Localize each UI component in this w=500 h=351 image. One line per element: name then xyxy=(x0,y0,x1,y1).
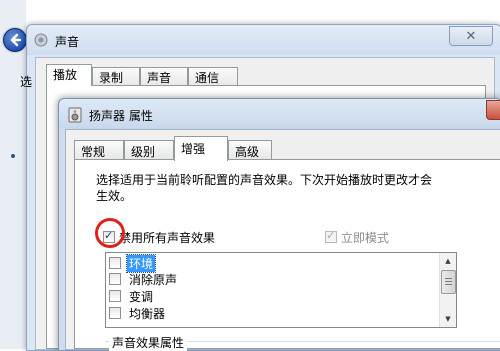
arrow-down-icon: ▼ xyxy=(445,315,451,323)
speaker-dialog-body: 常规 级别 增强 高级 选择适用于当前聆听配置的声音效果。下次开始播放时更改才会… xyxy=(65,129,500,351)
checkbox-checked-disabled xyxy=(325,229,337,243)
effect-checkbox[interactable] xyxy=(109,307,121,319)
immediate-mode-checkbox: 立即模式 xyxy=(325,229,389,245)
tab-label: 通信 xyxy=(195,71,220,85)
effect-properties-group-label: 声音效果属性 xyxy=(109,334,188,351)
speaker-dialog-titlebar[interactable]: 扬声器 属性 xyxy=(59,99,500,129)
tab-levels[interactable]: 级别 xyxy=(124,140,174,160)
effect-label: 变调 xyxy=(129,289,154,304)
effect-checkbox[interactable] xyxy=(109,257,121,269)
tab-general[interactable]: 常规 xyxy=(74,140,124,160)
list-item[interactable]: 均衡器 xyxy=(109,305,167,321)
grip-line xyxy=(445,281,452,282)
bullet-dot xyxy=(11,154,15,158)
tab-playback[interactable]: 播放 xyxy=(46,64,92,86)
effect-label: 环境 xyxy=(125,253,157,273)
tab-label: 录制 xyxy=(99,71,124,85)
scroll-thumb[interactable] xyxy=(441,270,456,294)
back-button[interactable] xyxy=(3,28,27,52)
description-text: 选择适用于当前聆听配置的声音效果。下次开始播放时更改才会生效。 xyxy=(96,173,433,203)
disable-all-effects-label: 禁用所有声音效果 xyxy=(119,230,216,245)
tab-enhancements[interactable]: 增强 xyxy=(174,136,228,161)
close-button[interactable]: ✕ xyxy=(449,26,493,46)
dialog-close-button[interactable] xyxy=(486,100,500,120)
tab-sounds[interactable]: 声音 xyxy=(140,67,188,85)
speaker-icon xyxy=(67,107,83,126)
speaker-dialog-title: 扬声器 属性 xyxy=(89,109,153,123)
partial-text: 选 xyxy=(20,75,33,89)
background-window-strip xyxy=(0,0,27,349)
effect-label: 消除原声 xyxy=(129,272,178,287)
list-scrollbar[interactable]: ▲ ▼ xyxy=(439,253,456,327)
list-item[interactable]: 变调 xyxy=(109,288,155,304)
grip-line xyxy=(445,278,452,279)
tab-communications[interactable]: 通信 xyxy=(188,67,238,85)
tab-label: 常规 xyxy=(81,145,106,159)
close-icon: ✕ xyxy=(465,28,477,44)
effect-checkbox[interactable] xyxy=(109,273,121,285)
sound-window-title: 声音 xyxy=(55,35,80,49)
speaker-settings-icon xyxy=(33,32,49,51)
tab-label: 播放 xyxy=(53,68,78,82)
disable-all-effects-checkbox[interactable]: 禁用所有声音效果 xyxy=(103,229,215,245)
back-arrow-icon xyxy=(10,33,22,47)
list-item[interactable]: 消除原声 xyxy=(109,271,179,287)
effect-label: 均衡器 xyxy=(129,306,166,321)
arrow-up-icon: ▲ xyxy=(445,257,451,265)
effects-list[interactable]: 环境 消除原声 变调 均衡器 ▲ ▼ xyxy=(105,252,457,328)
tab-label: 增强 xyxy=(181,142,206,156)
tab-recording[interactable]: 录制 xyxy=(92,67,140,85)
speaker-properties-dialog: 扬声器 属性 常规 级别 增强 高级 选择适用于当前聆听配置的声音效果。下次开始… xyxy=(58,98,500,351)
checkbox-checked[interactable] xyxy=(103,229,115,243)
list-item[interactable]: 环境 xyxy=(109,253,157,273)
grip-line xyxy=(445,284,452,285)
tab-label: 高级 xyxy=(235,145,260,159)
scroll-down-button[interactable]: ▼ xyxy=(440,311,456,327)
enhancements-panel: 选择适用于当前聆听配置的声音效果。下次开始播放时更改才会生效。 禁用所有声音效果… xyxy=(74,159,500,351)
tab-label: 级别 xyxy=(131,145,156,159)
scroll-up-button[interactable]: ▲ xyxy=(440,253,456,269)
tab-label: 声音 xyxy=(147,71,172,85)
effect-checkbox[interactable] xyxy=(109,290,121,302)
tab-advanced[interactable]: 高级 xyxy=(228,140,272,160)
speaker-tabs: 常规 级别 增强 高级 xyxy=(74,136,374,161)
sound-titlebar[interactable]: 声音 ✕ xyxy=(27,25,500,55)
immediate-mode-label: 立即模式 xyxy=(341,230,390,245)
